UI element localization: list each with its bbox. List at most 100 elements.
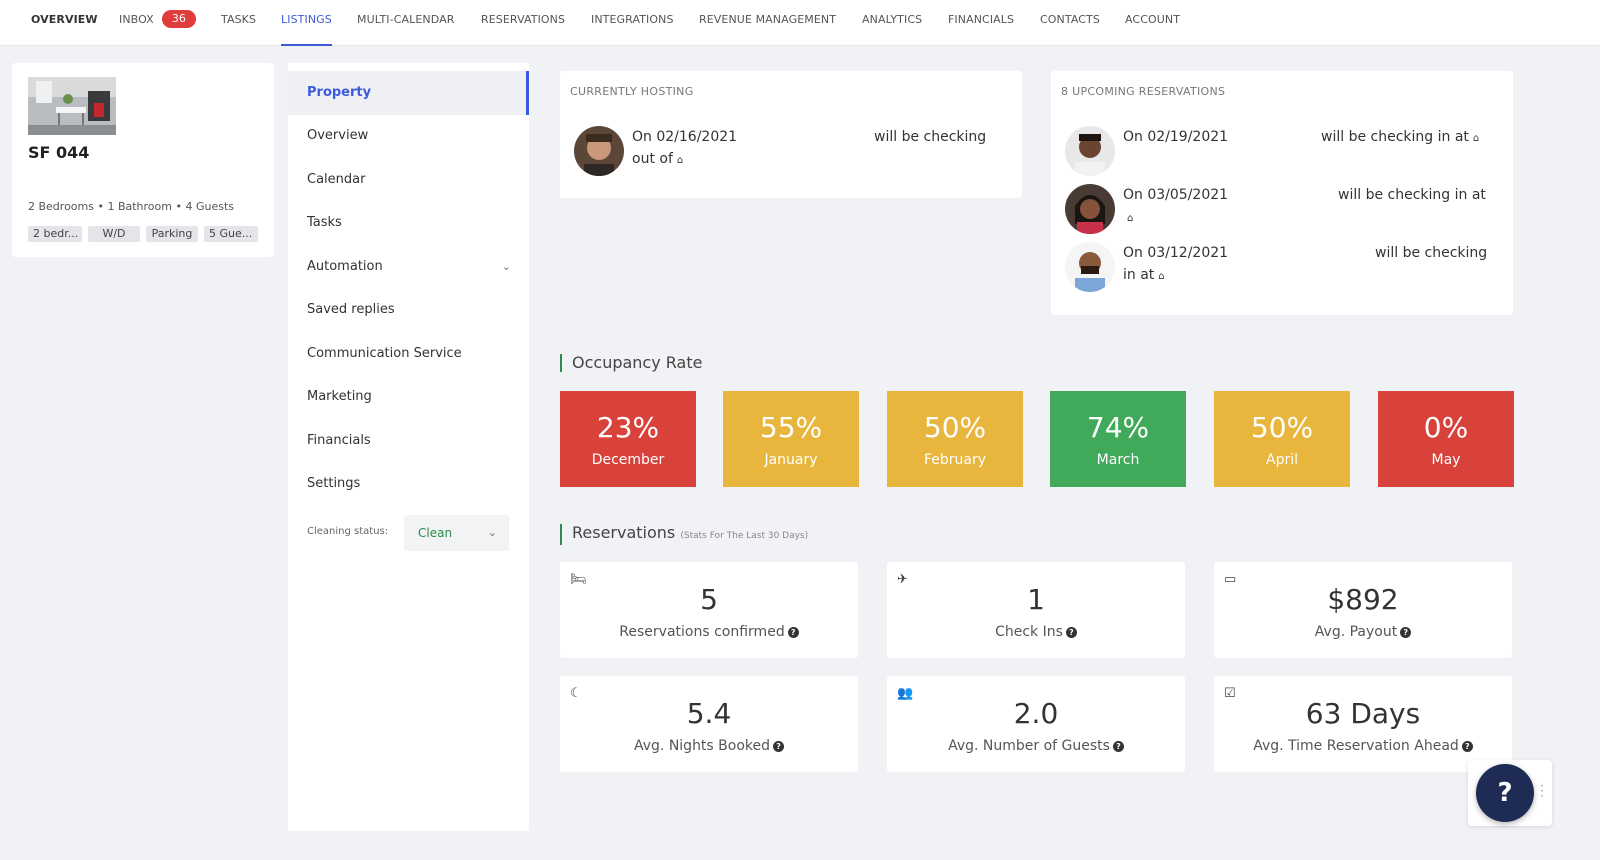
help-icon[interactable]: ? xyxy=(787,626,799,638)
heading-text: Occupancy Rate xyxy=(572,353,703,372)
chevron-down-icon: ⌄ xyxy=(501,260,511,273)
occupancy-tile: 0% May xyxy=(1378,391,1514,487)
help-icon[interactable]: ? xyxy=(1400,626,1412,638)
reservation-action-cont: in at ⌂ xyxy=(1123,267,1165,283)
nav-label: ACCOUNT xyxy=(1125,13,1181,26)
help-button[interactable]: ? xyxy=(1476,764,1534,822)
nav-contacts[interactable]: CONTACTS xyxy=(1040,0,1100,46)
occupancy-tile: 74% March xyxy=(1050,391,1186,487)
stat-value: 5.4 xyxy=(686,697,732,730)
menu-label: Marketing xyxy=(307,389,372,404)
heading-subtext: (Stats For The Last 30 Days) xyxy=(680,531,809,541)
home-icon: ⌂ xyxy=(1472,133,1480,144)
occupancy-tile: 23% December xyxy=(560,391,696,487)
nav-label: INBOX xyxy=(119,13,154,26)
occupancy-month: April xyxy=(1266,452,1298,468)
inbox-count-badge: 36 xyxy=(161,10,197,28)
reservations-heading: Reservations (Stats For The Last 30 Days… xyxy=(560,524,808,545)
nav-label: FINANCIALS xyxy=(948,13,1015,26)
property-name: SF 044 xyxy=(28,143,90,162)
occupancy-percent: 55% xyxy=(759,411,823,444)
stat-card-avg-guests: 👥 2.0 Avg. Number of Guests? xyxy=(887,676,1185,772)
cleaning-status-label: Cleaning status: xyxy=(307,526,389,537)
menu-item-communication-service[interactable]: Communication Service xyxy=(288,332,529,376)
nav-label: LISTINGS xyxy=(281,13,332,26)
cleaning-status-select[interactable]: Clean ⌄ xyxy=(404,515,509,551)
occupancy-percent: 50% xyxy=(1250,411,1314,444)
heading-text: Reservations xyxy=(572,523,676,542)
help-icon[interactable]: ? xyxy=(773,740,785,752)
home-icon: ⌂ xyxy=(676,155,684,166)
occupancy-month: January xyxy=(764,452,818,468)
stat-label: Avg. Time Reservation Ahead? xyxy=(1214,738,1512,754)
nav-label: CONTACTS xyxy=(1040,13,1100,26)
stat-value: $892 xyxy=(1327,583,1399,616)
stat-label: Avg. Nights Booked? xyxy=(560,738,858,754)
menu-label: Settings xyxy=(307,476,361,491)
property-thumbnail[interactable] xyxy=(28,77,116,135)
occupancy-percent: 74% xyxy=(1086,411,1150,444)
menu-label: Calendar xyxy=(307,172,366,187)
menu-label: Saved replies xyxy=(307,302,395,317)
currently-hosting-panel: CURRENTLY HOSTING On 02/16/2021 will be … xyxy=(560,71,1022,198)
menu-label: Tasks xyxy=(307,215,342,230)
stat-value: 5 xyxy=(700,583,718,616)
reservation-date: On 03/05/2021 xyxy=(1123,187,1229,203)
nav-multi-calendar[interactable]: MULTI-CALENDAR xyxy=(357,0,454,46)
occupancy-percent: 0% xyxy=(1423,411,1469,444)
reservation-action-text: in at xyxy=(1123,267,1155,283)
menu-item-settings[interactable]: Settings xyxy=(288,462,529,506)
nav-tasks[interactable]: TASKS xyxy=(221,0,256,46)
nav-analytics[interactable]: ANALYTICS xyxy=(862,0,922,46)
guest-avatar[interactable] xyxy=(1065,126,1115,176)
nav-integrations[interactable]: INTEGRATIONS xyxy=(591,0,674,46)
reservation-action-text: will be checking in at xyxy=(1321,129,1469,145)
hosting-date: On 02/16/2021 xyxy=(632,129,738,145)
home-icon: ⌂ xyxy=(1127,213,1134,224)
menu-item-tasks[interactable]: Tasks xyxy=(288,201,529,245)
reservation-action: will be checking xyxy=(1375,245,1488,261)
upcoming-reservations-panel: 8 UPCOMING RESERVATIONS On 02/19/2021 wi… xyxy=(1051,71,1513,315)
menu-item-financials[interactable]: Financials xyxy=(288,419,529,463)
stat-label: Avg. Payout? xyxy=(1214,624,1512,640)
hosting-action-text: out of xyxy=(632,151,673,167)
hosting-action: will be checking xyxy=(874,129,987,145)
more-options-icon[interactable]: · · · xyxy=(1540,780,1544,802)
stat-card-avg-time-ahead: ☑ 63 Days Avg. Time Reservation Ahead? xyxy=(1214,676,1512,772)
nav-label: MULTI-CALENDAR xyxy=(357,13,455,26)
menu-label: Financials xyxy=(307,433,371,448)
nav-overview[interactable]: OVERVIEW xyxy=(31,0,98,46)
nav-label: RESERVATIONS xyxy=(481,13,566,26)
guest-avatar[interactable] xyxy=(574,126,624,176)
menu-label: Property xyxy=(307,85,372,100)
amenity-tag: W/D xyxy=(88,226,140,242)
menu-item-saved-replies[interactable]: Saved replies xyxy=(288,288,529,332)
home-icon: ⌂ xyxy=(1158,271,1165,282)
nav-listings[interactable]: LISTINGS xyxy=(281,0,332,46)
nav-revenue-management[interactable]: REVENUE MANAGEMENT xyxy=(699,0,836,46)
occupancy-percent: 23% xyxy=(596,411,660,444)
stat-card-check-ins: ✈ 1 Check Ins? xyxy=(887,562,1185,658)
menu-item-calendar[interactable]: Calendar xyxy=(288,158,529,202)
amenity-tag: 2 bedr... xyxy=(28,226,82,242)
menu-item-marketing[interactable]: Marketing xyxy=(288,375,529,419)
menu-item-property[interactable]: Property xyxy=(288,71,529,115)
nav-inbox[interactable]: INBOX 36 xyxy=(119,0,197,46)
help-icon[interactable]: ? xyxy=(1112,740,1124,752)
guest-avatar[interactable] xyxy=(1065,184,1115,234)
stat-label: Check Ins? xyxy=(887,624,1185,640)
menu-item-overview[interactable]: Overview xyxy=(288,114,529,158)
occupancy-percent: 50% xyxy=(923,411,987,444)
help-icon[interactable]: ? xyxy=(1461,740,1473,752)
nav-reservations[interactable]: RESERVATIONS xyxy=(481,0,565,46)
reservation-date: On 02/19/2021 xyxy=(1123,129,1229,145)
nav-account[interactable]: ACCOUNT xyxy=(1125,0,1180,46)
stat-label: Avg. Number of Guests? xyxy=(887,738,1185,754)
stat-card-avg-nights-booked: ☾ 5.4 Avg. Nights Booked? xyxy=(560,676,858,772)
menu-item-automation[interactable]: Automation ⌄ xyxy=(288,245,529,289)
occupancy-tile: 55% January xyxy=(723,391,859,487)
guest-avatar[interactable] xyxy=(1065,242,1115,292)
help-icon[interactable]: ? xyxy=(1065,626,1077,638)
nav-financials[interactable]: FINANCIALS xyxy=(948,0,1014,46)
reservation-action: will be checking in at xyxy=(1338,187,1486,203)
